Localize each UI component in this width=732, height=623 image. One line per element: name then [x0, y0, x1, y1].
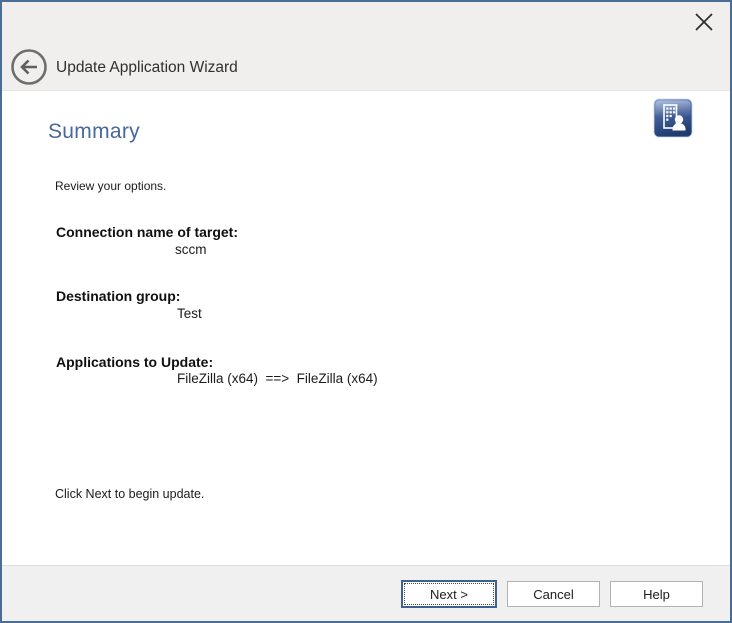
field-destination-group: Destination group: — [56, 288, 180, 306]
close-button[interactable] — [690, 8, 718, 36]
back-button[interactable] — [10, 48, 48, 86]
next-button[interactable]: Next > — [401, 580, 497, 608]
wizard-title: Update Application Wizard — [56, 59, 238, 77]
page-title: Summary — [48, 120, 140, 144]
wizard-window: Update Application Wizard Summary — [0, 0, 732, 623]
back-arrow-icon — [10, 48, 48, 86]
field-label: Connection name of target: — [56, 224, 238, 240]
field-value-connection-name: sccm — [175, 242, 207, 257]
field-value-applications-to-update: FileZilla (x64) ==> FileZilla (x64) — [177, 371, 378, 386]
cancel-button[interactable]: Cancel — [507, 581, 600, 607]
field-label: Applications to Update: — [56, 354, 213, 370]
field-value-destination-group: Test — [177, 306, 202, 321]
help-button[interactable]: Help — [610, 581, 703, 607]
close-icon — [692, 10, 716, 34]
field-connection-name: Connection name of target: — [56, 224, 238, 242]
field-label: Destination group: — [56, 288, 180, 304]
next-instruction-note: Click Next to begin update. — [55, 487, 204, 501]
wizard-footer: Next > Cancel Help — [2, 565, 730, 622]
field-applications-to-update: Applications to Update: — [56, 354, 213, 372]
wizard-header: Update Application Wizard — [2, 2, 730, 91]
application-user-icon — [653, 98, 693, 138]
wizard-content: Summary — [2, 91, 730, 565]
page-subtitle: Review your options. — [55, 179, 166, 193]
